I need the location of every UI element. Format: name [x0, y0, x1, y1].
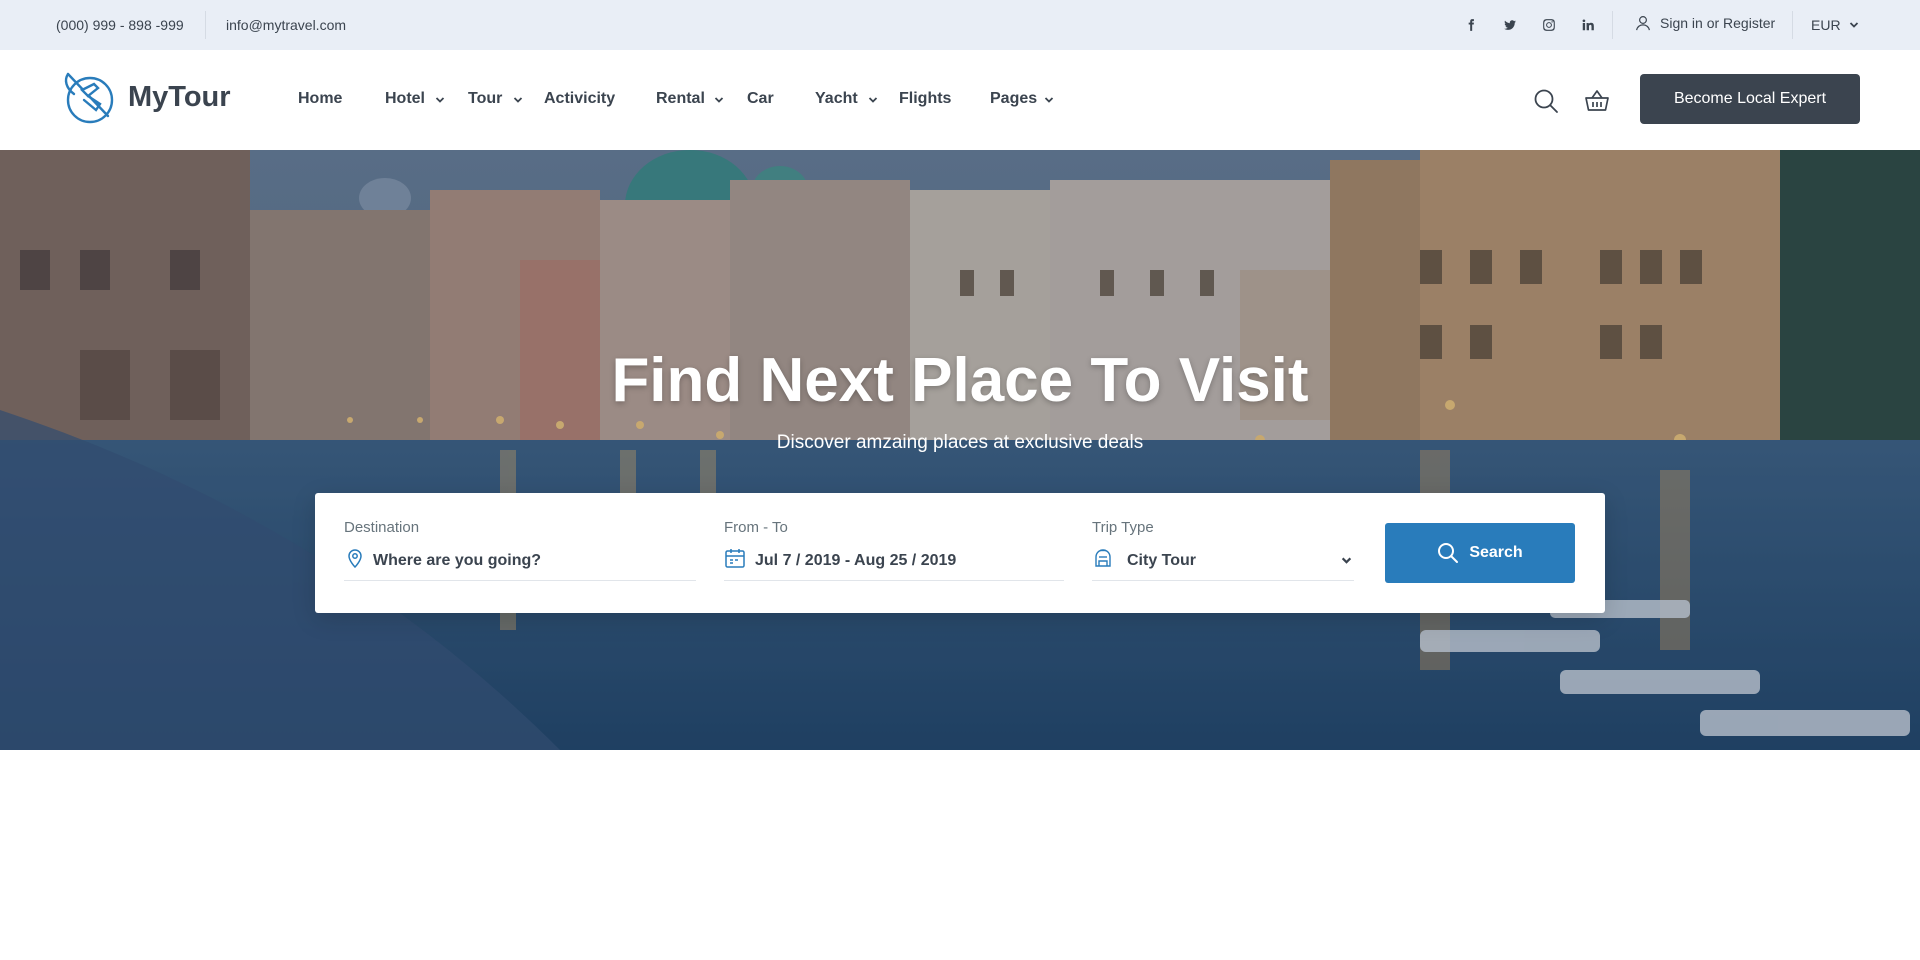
signin-label: Sign in or Register [1660, 15, 1776, 31]
backpack-icon [1095, 549, 1111, 567]
brand-name: MyTour [128, 80, 231, 113]
nav-label: Hotel [385, 90, 425, 107]
divider [205, 11, 206, 39]
nav-label: Tour [468, 90, 503, 107]
nav-item-car[interactable]: Car [747, 90, 774, 108]
map-pin-icon [348, 549, 362, 569]
nav-label: Car [747, 90, 774, 107]
chevron-down-icon [513, 97, 523, 103]
nav-item-pages[interactable]: Pages [990, 90, 1054, 108]
destination-field[interactable]: Destination Where are you going? [344, 515, 696, 581]
nav-item-yacht[interactable]: Yacht [815, 90, 878, 108]
become-local-expert-button[interactable]: Become Local Expert [1640, 74, 1860, 124]
brand-logo[interactable]: MyTour [60, 68, 231, 126]
divider [1612, 11, 1613, 39]
search-icon [1438, 543, 1459, 563]
search-button-label: Search [1469, 544, 1523, 561]
nav-label: Yacht [815, 90, 858, 107]
trip-type-field[interactable]: Trip Type City Tour [1092, 515, 1354, 581]
currency-selector[interactable]: EUR [1811, 17, 1859, 33]
hero-subtitle: Discover amzaing places at exclusive dea… [776, 432, 1144, 453]
trip-type-select[interactable]: City Tour [1127, 552, 1196, 570]
phone-number[interactable]: (000) 999 - 898 -999 [56, 17, 184, 33]
nav-label: Flights [899, 90, 952, 107]
divider [1792, 11, 1793, 39]
top-bar: (000) 999 - 898 -999 info@mytravel.com S… [0, 0, 1920, 50]
chevron-down-icon [1044, 97, 1054, 103]
signin-link[interactable]: Sign in or Register [1634, 14, 1775, 32]
chevron-down-icon [1849, 22, 1858, 28]
destination-input[interactable]: Where are you going? [373, 552, 541, 570]
date-range-label: From - To [724, 519, 788, 536]
destination-label: Destination [344, 519, 420, 536]
search-button[interactable]: Search [1385, 523, 1575, 583]
hero-title: Find Next Place To Visit [611, 346, 1309, 415]
date-range-field[interactable]: From - To Jul 7 / 2019 - Aug 25 / 2019 [724, 515, 1064, 581]
instagram-icon[interactable] [1539, 15, 1559, 35]
nav-label: Home [298, 90, 343, 107]
nav-item-hotel[interactable]: Hotel [385, 90, 445, 108]
nav-item-activicity[interactable]: Activicity [544, 90, 615, 108]
twitter-icon[interactable] [1500, 15, 1520, 35]
nav-label: Rental [656, 90, 705, 107]
email-link[interactable]: info@mytravel.com [226, 17, 346, 33]
search-icon[interactable] [1533, 88, 1559, 114]
date-range-input[interactable]: Jul 7 / 2019 - Aug 25 / 2019 [755, 552, 956, 570]
basket-icon[interactable] [1584, 88, 1610, 114]
nav-label: Pages [990, 90, 1038, 107]
nav-item-flights[interactable]: Flights [899, 90, 951, 108]
chevron-down-icon [868, 97, 878, 103]
currency-label: EUR [1811, 17, 1841, 33]
user-icon [1636, 16, 1650, 31]
trip-type-label: Trip Type [1092, 519, 1154, 536]
linkedin-icon[interactable] [1578, 15, 1598, 35]
facebook-icon[interactable] [1461, 15, 1481, 35]
hero-banner: Find Next Place To Visit Discover amzain… [0, 150, 1920, 750]
nav-label: Activicity [544, 90, 616, 107]
main-header: MyTour Home Hotel Tour Activicity Rental… [0, 50, 1920, 150]
nav-item-rental[interactable]: Rental [656, 90, 724, 108]
chevron-down-icon [1341, 557, 1352, 564]
calendar-icon [725, 549, 745, 568]
search-form: Destination Where are you going? From - … [315, 493, 1605, 613]
logo-icon [64, 72, 114, 124]
chevron-down-icon [714, 97, 724, 103]
nav-item-home[interactable]: Home [298, 90, 342, 108]
nav-item-tour[interactable]: Tour [468, 90, 523, 108]
chevron-down-icon [435, 97, 445, 103]
